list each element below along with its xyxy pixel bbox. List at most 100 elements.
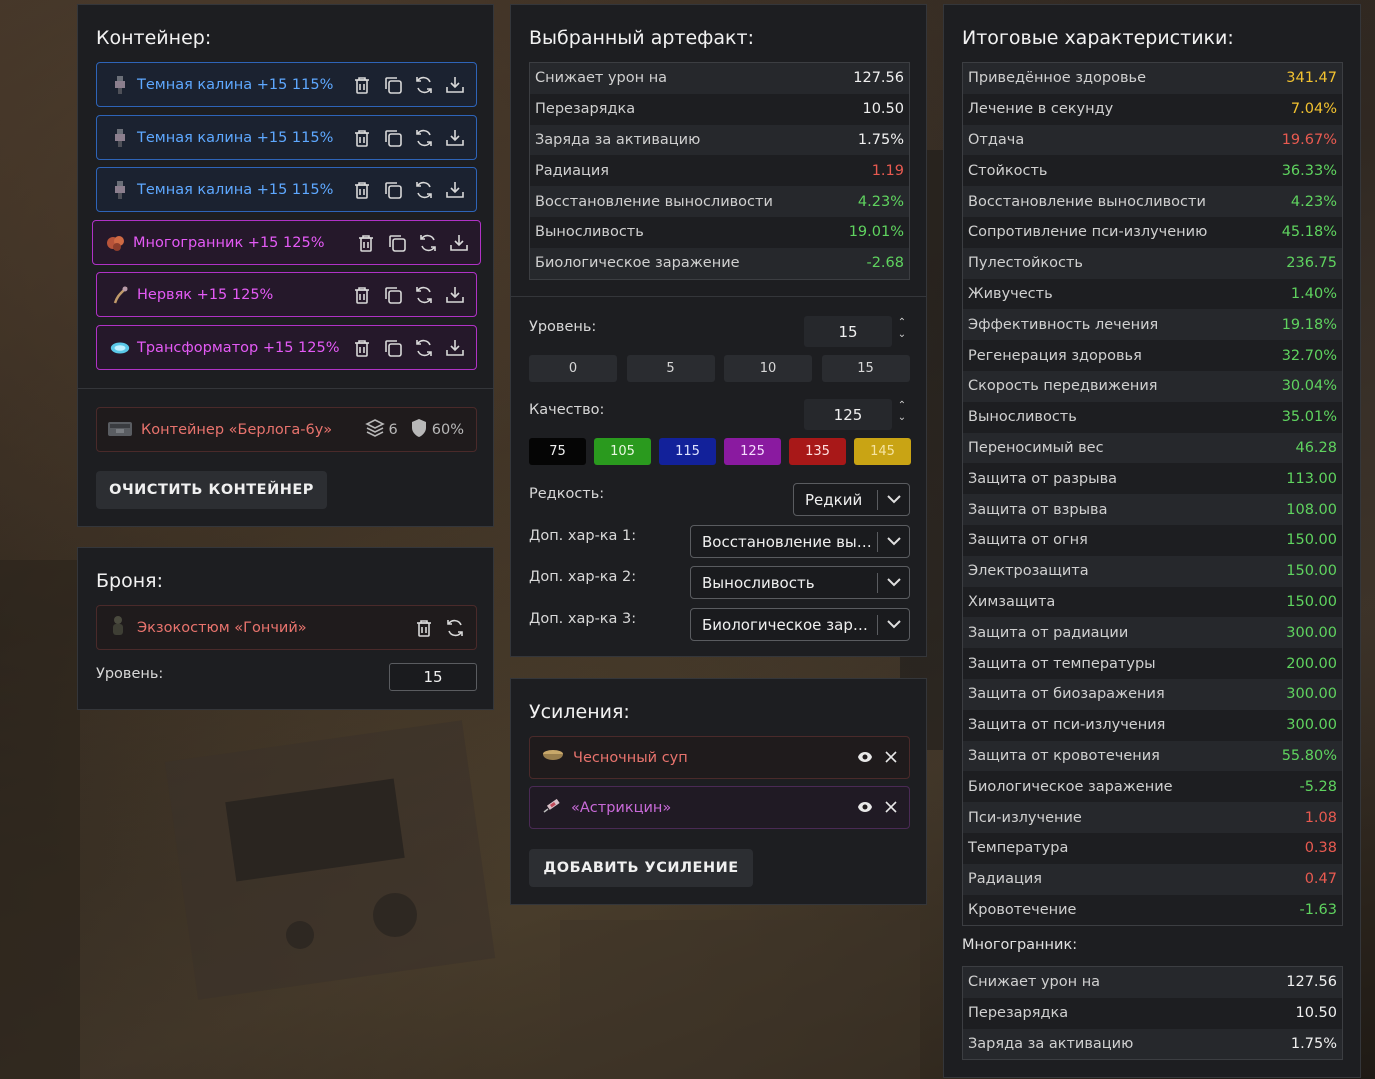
download-icon[interactable] bbox=[444, 179, 466, 201]
artifact-item[interactable]: Многогранник +15 125% bbox=[92, 220, 481, 265]
stat-label: Лечение в секунду bbox=[968, 101, 1114, 118]
armor-thumb-icon bbox=[109, 615, 127, 641]
stat-row: Химзащита 150.00 bbox=[963, 586, 1342, 618]
rarity-select[interactable]: Редкий bbox=[793, 483, 910, 516]
quality-input[interactable]: 125 bbox=[804, 399, 892, 430]
stat-value: 4.23% bbox=[857, 193, 904, 210]
replace-icon[interactable] bbox=[413, 127, 435, 149]
trash-icon[interactable] bbox=[351, 127, 373, 149]
eye-icon[interactable] bbox=[857, 748, 873, 767]
spin-down-icon[interactable]: ⌄ bbox=[898, 412, 906, 423]
boost-thumb-icon bbox=[541, 746, 565, 770]
container-item[interactable]: Контейнер «Берлога-6у» 6 60% bbox=[96, 407, 477, 452]
armor-item[interactable]: Экзокостюм «Гончий» bbox=[96, 605, 477, 650]
artifact-thumb-icon bbox=[109, 284, 131, 306]
stat-value: 0.47 bbox=[1304, 871, 1337, 888]
clear-container-button[interactable]: ОЧИСТИТЬ КОНТЕЙНЕР bbox=[96, 471, 327, 509]
stat-label: Химзащита bbox=[968, 593, 1056, 610]
stat-label: Защита от взрыва bbox=[968, 501, 1108, 518]
replace-icon[interactable] bbox=[413, 74, 435, 96]
artifact-item[interactable]: Темная калина +15 115% bbox=[96, 62, 477, 107]
copy-icon[interactable] bbox=[382, 284, 404, 306]
artifact-name: Многогранник +15 125% bbox=[133, 234, 325, 251]
quality-preset-button[interactable]: 75 bbox=[529, 438, 586, 465]
stat-value: 4.23% bbox=[1290, 193, 1337, 210]
extra3-select[interactable]: Биологическое заражение bbox=[690, 608, 910, 641]
trash-icon[interactable] bbox=[351, 74, 373, 96]
armor-level-input[interactable]: 15 bbox=[389, 663, 477, 691]
stat-row: Защита от температуры 200.00 bbox=[963, 648, 1342, 679]
close-icon[interactable] bbox=[885, 748, 897, 767]
chevron-down-icon bbox=[878, 495, 909, 504]
trash-icon[interactable] bbox=[355, 232, 377, 254]
replace-icon[interactable] bbox=[413, 337, 435, 359]
trash-icon[interactable] bbox=[351, 179, 373, 201]
quality-spinner[interactable]: ⌃ ⌄ bbox=[896, 400, 908, 426]
copy-icon[interactable] bbox=[382, 127, 404, 149]
artifact-item[interactable]: Темная калина +15 115% bbox=[96, 115, 477, 160]
quality-preset-button[interactable]: 135 bbox=[789, 438, 846, 465]
stat-value: 150.00 bbox=[1286, 532, 1337, 549]
download-icon[interactable] bbox=[444, 74, 466, 96]
artifact-item[interactable]: Трансформатор +15 125% bbox=[96, 325, 477, 370]
artifact-thumb-icon bbox=[109, 127, 131, 149]
copy-icon[interactable] bbox=[382, 179, 404, 201]
stat-row: Снижает урон на 127.56 bbox=[530, 63, 909, 94]
trash-icon[interactable] bbox=[351, 337, 373, 359]
replace-icon[interactable] bbox=[417, 232, 439, 254]
level-preset-button[interactable]: 0 bbox=[529, 355, 617, 382]
copy-icon[interactable] bbox=[382, 337, 404, 359]
container-panel: Контейнер: Темная калина +15 115% Темная … bbox=[77, 4, 494, 527]
trash-icon[interactable] bbox=[351, 284, 373, 306]
artifact-item[interactable]: Нервяк +15 125% bbox=[96, 272, 477, 317]
copy-icon[interactable] bbox=[382, 74, 404, 96]
extra2-value: Выносливость bbox=[702, 573, 815, 592]
close-icon[interactable] bbox=[885, 798, 897, 817]
replace-icon[interactable] bbox=[413, 179, 435, 201]
artifact-item[interactable]: Темная калина +15 115% bbox=[96, 167, 477, 212]
level-input[interactable]: 15 bbox=[804, 316, 892, 347]
stat-label: Живучесть bbox=[968, 285, 1053, 302]
stat-label: Выносливость bbox=[535, 224, 644, 241]
selected-stats-table: Снижает урон на 127.56 Перезарядка 10.50 Зар… bbox=[529, 62, 910, 280]
container-name: Контейнер «Берлога-6у» bbox=[141, 421, 333, 438]
add-boost-button[interactable]: ДОБАВИТЬ УСИЛЕНИЕ bbox=[529, 849, 753, 887]
download-icon[interactable] bbox=[448, 232, 470, 254]
quality-preset-button[interactable]: 145 bbox=[854, 438, 911, 465]
stat-label: Восстановление выносливости bbox=[535, 193, 773, 210]
copy-icon[interactable] bbox=[386, 232, 408, 254]
stat-row: Стойкость 36.33% bbox=[963, 155, 1342, 187]
eye-icon[interactable] bbox=[857, 798, 873, 817]
replace-icon[interactable] bbox=[444, 617, 466, 639]
stat-row: Электрозащита 150.00 bbox=[963, 555, 1342, 587]
boost-item[interactable]: «Астрикцин» bbox=[529, 786, 910, 829]
level-preset-button[interactable]: 10 bbox=[724, 355, 812, 382]
download-icon[interactable] bbox=[444, 337, 466, 359]
replace-icon[interactable] bbox=[413, 284, 435, 306]
extra2-select[interactable]: Выносливость bbox=[690, 566, 910, 599]
stat-row: Радиация 0.47 bbox=[963, 863, 1342, 895]
stat-row: Живучесть 1.40% bbox=[963, 278, 1342, 310]
artifact-name: Темная калина +15 115% bbox=[137, 181, 334, 198]
trash-icon[interactable] bbox=[413, 617, 435, 639]
quality-label: Качество: bbox=[529, 402, 605, 418]
download-icon[interactable] bbox=[444, 284, 466, 306]
boost-item[interactable]: Чесночный суп bbox=[529, 736, 910, 779]
quality-preset-button[interactable]: 115 bbox=[659, 438, 716, 465]
spin-up-icon[interactable]: ⌃ bbox=[898, 317, 906, 328]
spin-down-icon[interactable]: ⌄ bbox=[898, 329, 906, 340]
quality-preset-button[interactable]: 125 bbox=[724, 438, 781, 465]
download-icon[interactable] bbox=[444, 127, 466, 149]
totals-stats-table: Приведённое здоровье 341.47 Лечение в секу… bbox=[962, 62, 1343, 927]
stat-label: Пси-излучение bbox=[968, 809, 1082, 826]
artifact-name: Нервяк +15 125% bbox=[137, 286, 274, 303]
stat-value: 127.56 bbox=[1286, 974, 1337, 991]
extra1-select[interactable]: Восстановление выносливости bbox=[690, 525, 910, 558]
level-spinner[interactable]: ⌃ ⌄ bbox=[896, 317, 908, 343]
spin-up-icon[interactable]: ⌃ bbox=[898, 400, 906, 411]
stat-label: Защита от пси-излучения bbox=[968, 717, 1166, 734]
level-preset-button[interactable]: 15 bbox=[821, 355, 910, 382]
quality-preset-button[interactable]: 105 bbox=[594, 438, 651, 465]
stat-row: Пулестойкость 236.75 bbox=[963, 247, 1342, 279]
level-preset-button[interactable]: 5 bbox=[626, 355, 715, 382]
